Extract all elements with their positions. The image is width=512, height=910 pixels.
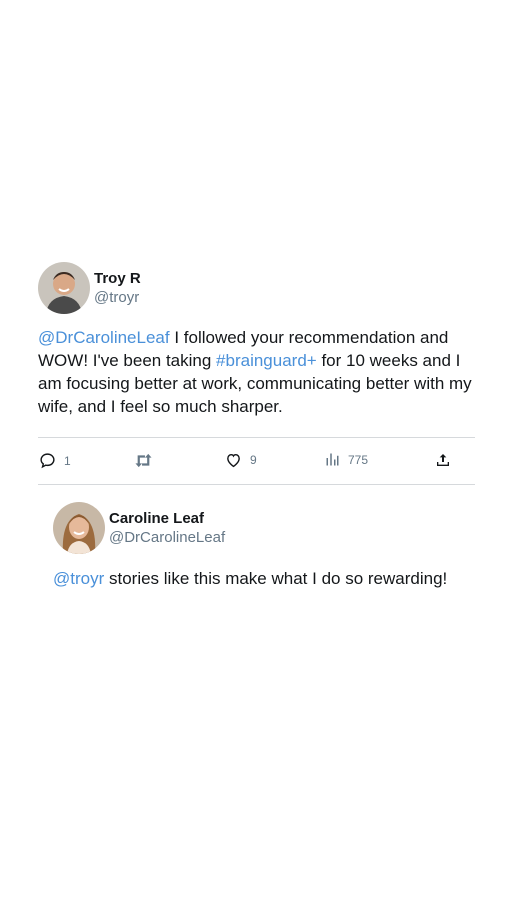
hashtag-link[interactable]: #brainguard+ <box>216 351 317 370</box>
avatar-caroline[interactable] <box>53 502 105 554</box>
reply-tweet: Caroline Leaf @DrCarolineLeaf @troyr sto… <box>53 502 473 590</box>
retweet-button[interactable] <box>134 452 153 469</box>
divider-bottom <box>38 484 475 485</box>
like-icon <box>227 453 240 468</box>
reply-header: Caroline Leaf @DrCarolineLeaf <box>53 502 473 554</box>
retweet-icon <box>135 453 152 468</box>
views-button[interactable]: 775 <box>325 452 368 467</box>
reply-text: @troyr stories like this make what I do … <box>53 567 473 590</box>
reply-text-part1: stories like this make what I do so rewa… <box>104 569 448 588</box>
like-count: 9 <box>250 453 257 467</box>
views-count: 775 <box>348 452 369 467</box>
reply-author-display-name[interactable]: Caroline Leaf <box>109 510 225 528</box>
reply-mention-link[interactable]: @troyr <box>53 569 104 588</box>
tweet-actions: 1 9 775 <box>38 438 475 484</box>
reply-author-handle[interactable]: @DrCarolineLeaf <box>109 528 225 547</box>
reply-button[interactable]: 1 <box>39 452 71 469</box>
avatar-troy[interactable] <box>38 262 90 314</box>
tweet: Troy R @troyr @DrCarolineLeaf I followed… <box>38 262 475 485</box>
author-display-name[interactable]: Troy R <box>94 270 141 288</box>
author-names: Troy R @troyr <box>94 270 141 307</box>
like-button[interactable]: 9 <box>225 452 257 468</box>
mention-link[interactable]: @DrCarolineLeaf <box>38 328 170 347</box>
author-handle[interactable]: @troyr <box>94 288 141 307</box>
reply-icon <box>40 453 55 469</box>
reply-count: 1 <box>64 453 71 468</box>
views-icon <box>326 453 339 466</box>
share-icon <box>437 454 449 466</box>
reply-author-names: Caroline Leaf @DrCarolineLeaf <box>109 510 225 547</box>
tweet-text: @DrCarolineLeaf I followed your recommen… <box>38 326 475 418</box>
tweet-header: Troy R @troyr <box>38 262 475 314</box>
share-button[interactable] <box>435 452 451 468</box>
